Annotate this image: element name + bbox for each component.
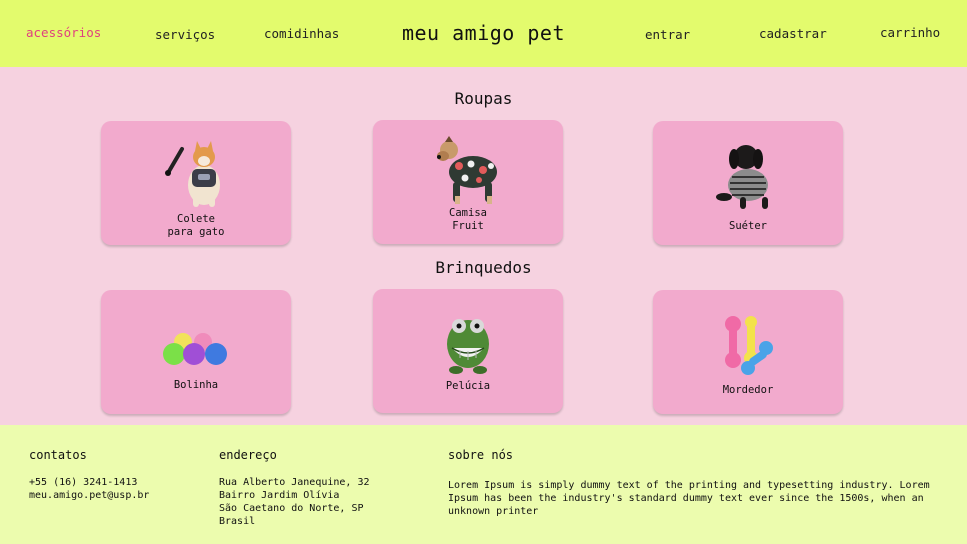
product-label: Camisa Fruit [449,207,487,232]
product-label: Mordedor [722,384,774,396]
product-label: Bolinha [173,379,219,391]
dog-in-shirt-icon [435,136,501,208]
colored-balls-icon [163,332,229,372]
footer-contacts-title: contatos [29,448,87,462]
chew-toy-icon [720,316,776,382]
top-navbar: acessórios serviços comidinhas meu amigo… [0,0,967,67]
footer-email[interactable]: meu.amigo.pet@usp.br [29,489,149,502]
footer-phone[interactable]: +55 (16) 3241-1413 [29,476,137,489]
product-card-colete[interactable]: Colete para gato [101,121,291,245]
product-label: Pelúcia [445,380,491,392]
footer-address-line: Rua Alberto Janequine, 32 [219,477,370,488]
footer-address-line: Bairro Jardim Olívia [219,490,340,501]
footer-about-text: Lorem Ipsum is simply dummy text of the … [448,480,930,517]
nav-carrinho[interactable]: carrinho [880,25,940,40]
footer-about-title: sobre nós [448,448,514,462]
dog-in-sweater-icon [716,141,780,215]
product-card-camisa[interactable]: Camisa Fruit [373,120,563,244]
cat-with-harness-icon [164,137,228,211]
product-card-sueter[interactable]: Suéter [653,121,843,245]
product-label: Colete para gato [167,213,225,238]
footer: contatos +55 (16) 3241-1413 meu.amigo.pe… [0,425,967,544]
product-card-bolinha[interactable]: Bolinha [101,290,291,414]
nav-cadastrar[interactable]: cadastrar [759,26,827,41]
footer-address-line: São Caetano do Norte, SP [219,503,364,514]
product-card-pelucia[interactable]: Pelúcia [373,289,563,413]
section-title-brinquedos: Brinquedos [435,258,532,277]
product-card-mordedor[interactable]: Mordedor [653,290,843,414]
plush-toy-icon [444,316,492,378]
footer-address-title: endereço [219,448,277,462]
product-label: Suéter [729,220,767,232]
nav-entrar[interactable]: entrar [645,27,690,42]
section-title-roupas: Roupas [454,89,513,108]
footer-address-line: Brasil [219,516,256,527]
